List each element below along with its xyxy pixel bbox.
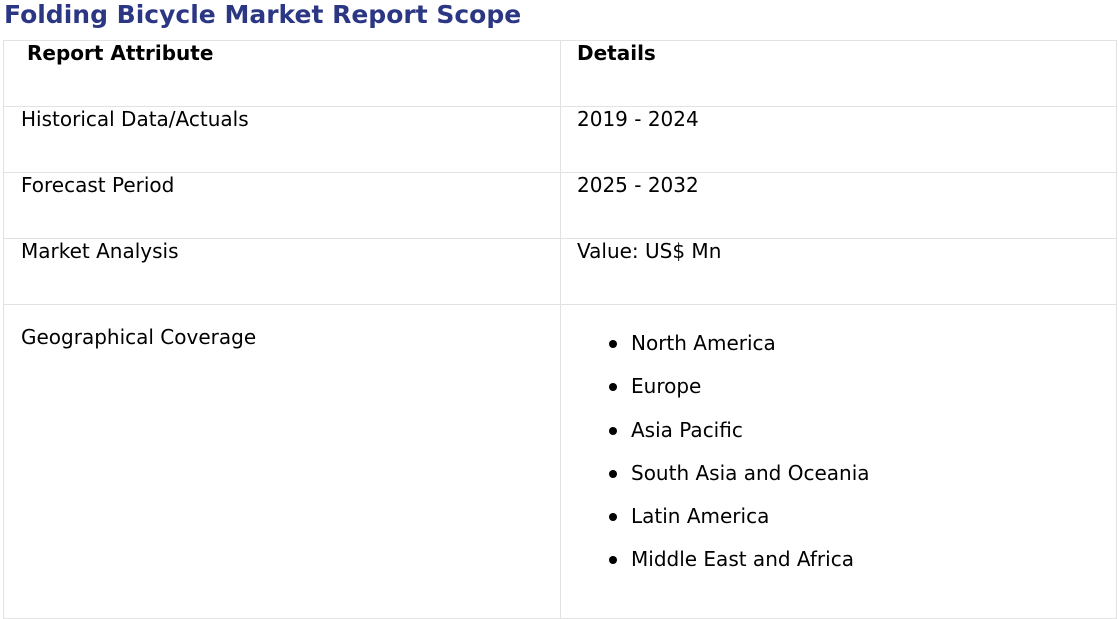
column-header-details: Details bbox=[560, 40, 1117, 107]
list-item: Middle East and Africa bbox=[609, 545, 1116, 588]
row-details: 2019 - 2024 bbox=[560, 106, 1117, 173]
list-item: Latin America bbox=[609, 502, 1116, 545]
row-attribute: Historical Data/Actuals bbox=[3, 106, 561, 173]
table-row-geographical-coverage: Geographical Coverage North America Euro… bbox=[3, 304, 1117, 619]
table-row: Market Analysis Value: US$ Mn bbox=[3, 238, 1117, 305]
list-item: Europe bbox=[609, 372, 1116, 415]
report-scope-table: Report Attribute Details Historical Data… bbox=[3, 40, 1117, 619]
table-row: Forecast Period 2025 - 2032 bbox=[3, 172, 1117, 239]
region-list: North America Europe Asia Pacific South … bbox=[561, 329, 1116, 589]
list-item: North America bbox=[609, 329, 1116, 372]
table-header-row: Report Attribute Details bbox=[3, 40, 1117, 107]
row-attribute: Forecast Period bbox=[3, 172, 561, 239]
list-item: Asia Pacific bbox=[609, 416, 1116, 459]
row-details: North America Europe Asia Pacific South … bbox=[560, 304, 1117, 619]
row-attribute: Geographical Coverage bbox=[3, 304, 561, 619]
row-attribute: Market Analysis bbox=[3, 238, 561, 305]
page-title: Folding Bicycle Market Report Scope bbox=[4, 0, 522, 29]
table-row: Historical Data/Actuals 2019 - 2024 bbox=[3, 106, 1117, 173]
row-details: Value: US$ Mn bbox=[560, 238, 1117, 305]
column-header-attribute: Report Attribute bbox=[3, 40, 561, 107]
row-details: 2025 - 2032 bbox=[560, 172, 1117, 239]
list-item: South Asia and Oceania bbox=[609, 459, 1116, 502]
